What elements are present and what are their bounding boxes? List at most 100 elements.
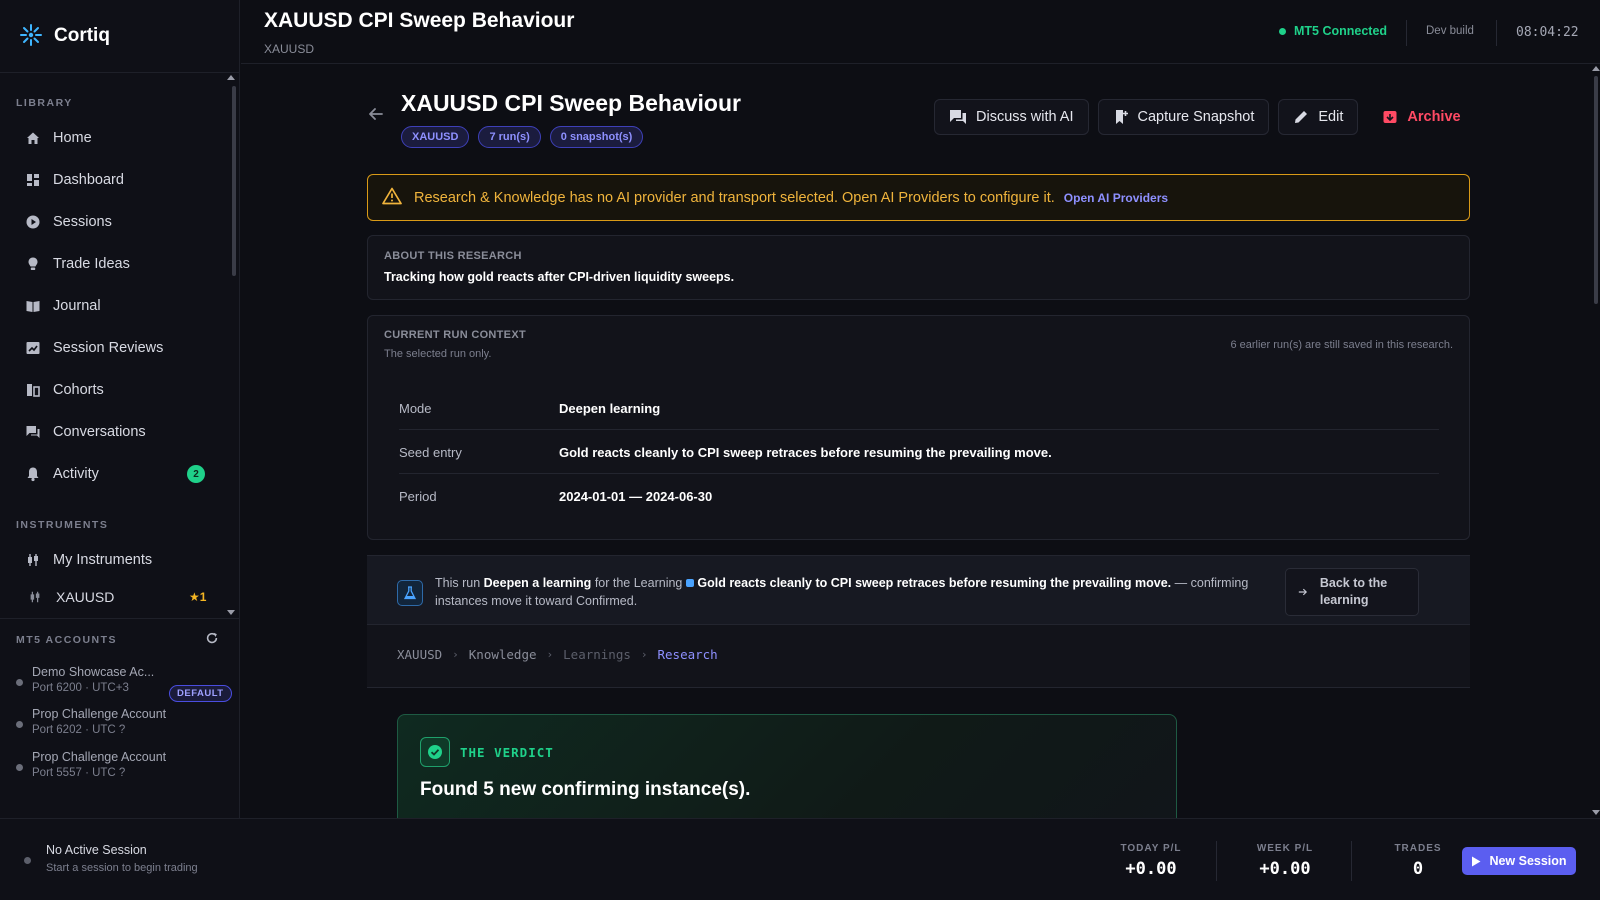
header-subtitle: XAUUSD (264, 42, 315, 56)
footer-divider (1351, 841, 1352, 881)
ai-provider-warning: Research & Knowledge has no AI provider … (367, 174, 1470, 221)
main-content: XAUUSD CPI Sweep Behaviour XAUUSD 7 run(… (241, 65, 1600, 818)
account-status-dot (16, 679, 23, 686)
account-name: Prop Challenge Account (32, 707, 167, 721)
new-session-label: New Session (1489, 854, 1567, 868)
stat-value: +0.00 (1259, 859, 1311, 879)
capture-snapshot-button[interactable]: Capture Snapshot (1097, 99, 1270, 135)
main-scrollbar[interactable] (1594, 76, 1598, 304)
tag-instrument[interactable]: XAUUSD (401, 126, 470, 148)
nav-scroll-area: LIBRARY Home Dashboard Sessions Trade Id… (0, 73, 240, 618)
sidebar-item-session-reviews[interactable]: Session Reviews (0, 327, 240, 369)
mt5-account-item[interactable]: Demo Showcase Ac... Port 6200 · UTC+3 (16, 665, 154, 694)
discuss-label: Discuss with AI (976, 109, 1074, 125)
breadcrumb-chevron-icon: › (640, 648, 648, 661)
context-value: Deepen learning (559, 401, 661, 416)
mt5-account-item[interactable]: Prop Challenge Account Port 6202 · UTC ? (16, 707, 166, 736)
stat-value: 0 (1412, 859, 1424, 879)
sidebar-item-trade-ideas[interactable]: Trade Ideas (0, 243, 240, 285)
flask-icon (397, 580, 423, 606)
trades-stat: TRADES 0 (1388, 843, 1448, 879)
session-subtitle: Start a session to begin trading (46, 862, 198, 874)
instrument-symbol: XAUUSD (56, 589, 115, 605)
account-port: Port 6200 · UTC+3 (32, 682, 129, 694)
sidebar-item-journal[interactable]: Journal (0, 285, 240, 327)
stat-label: TODAY P/L (1120, 843, 1182, 854)
library-section-label: LIBRARY (16, 97, 73, 109)
strip-middle: for the Learning (594, 576, 683, 590)
sidebar-item-dashboard[interactable]: Dashboard (0, 159, 240, 201)
header-divider (1496, 20, 1497, 46)
tag-snapshots[interactable]: 0 snapshot(s) (549, 126, 644, 148)
tag-runs[interactable]: 7 run(s) (478, 126, 541, 148)
sidebar-instrument-xauusd[interactable]: XAUUSD ★1 (0, 581, 240, 613)
sidebar-item-label: Journal (53, 298, 101, 314)
edit-button[interactable]: Edit (1278, 99, 1359, 135)
instruments-section-label: INSTRUMENTS (16, 519, 109, 531)
page-title: XAUUSD CPI Sweep Behaviour (401, 90, 741, 116)
review-icon (24, 339, 42, 357)
context-key: Period (399, 489, 437, 504)
brand[interactable]: Cortiq (0, 0, 239, 73)
sidebar-item-sessions[interactable]: Sessions (0, 201, 240, 243)
verdict-card: THE VERDICT Found 5 new confirming insta… (397, 714, 1177, 818)
main-scroll-down-icon[interactable] (1592, 810, 1600, 815)
today-pl-stat: TODAY P/L +0.00 (1116, 843, 1186, 879)
mt5-account-item[interactable]: Prop Challenge Account Port 5557 · UTC ? (16, 750, 166, 779)
dashboard-icon (24, 171, 42, 189)
earlier-runs-note: 6 earlier run(s) are still saved in this… (1230, 339, 1453, 351)
sidebar-scroll-down-icon[interactable] (227, 610, 235, 615)
about-research-card: ABOUT THIS RESEARCH Tracking how gold re… (367, 235, 1470, 300)
main-scroll-up-icon[interactable] (1592, 66, 1600, 71)
archive-icon (1383, 111, 1397, 123)
discuss-with-ai-button[interactable]: Discuss with AI (934, 99, 1089, 135)
mt5-connection-status[interactable]: MT5 Connected (1279, 24, 1387, 38)
book-icon (24, 297, 42, 315)
favorite-star-badge: ★1 (189, 590, 207, 604)
session-footer: No Active Session Start a session to beg… (0, 818, 1600, 900)
refresh-icon[interactable] (205, 631, 219, 648)
sidebar-scroll-up-icon[interactable] (227, 75, 235, 80)
context-row-mode: Mode Deepen learning (399, 386, 1439, 430)
breadcrumb-knowledge[interactable]: Knowledge (469, 647, 537, 662)
open-ai-providers-link[interactable]: Open AI Providers (1064, 191, 1168, 205)
week-pl-stat: WEEK P/L +0.00 (1250, 843, 1320, 879)
top-header: XAUUSD CPI Sweep Behaviour XAUUSD MT5 Co… (241, 0, 1600, 64)
session-title: No Active Session (46, 843, 147, 857)
header-divider (1406, 20, 1407, 46)
learning-color-swatch (686, 579, 695, 587)
connection-dot (1279, 27, 1286, 35)
new-session-button[interactable]: New Session (1462, 847, 1576, 875)
sidebar-item-my-instruments[interactable]: My Instruments (0, 539, 240, 581)
context-key: Mode (399, 401, 432, 416)
clock: 08:04:22 (1516, 25, 1579, 40)
stat-value: +0.00 (1125, 859, 1177, 879)
sidebar-scrollbar[interactable] (232, 86, 236, 276)
learning-description: This run Deepen a learning for the Learn… (435, 574, 1265, 610)
home-icon (24, 129, 42, 147)
brand-name: Cortiq (54, 25, 110, 46)
check-circle-icon (420, 737, 450, 767)
breadcrumb-learnings[interactable]: Learnings (563, 647, 631, 662)
sidebar-item-activity[interactable]: Activity 2 (0, 453, 240, 495)
sidebar-item-conversations[interactable]: Conversations (0, 411, 240, 453)
back-to-learning-button[interactable]: Back to the learning (1285, 568, 1419, 616)
archive-label: Archive (1407, 109, 1461, 125)
cortiq-logo-icon (18, 22, 44, 51)
arrow-right-icon (1298, 588, 1308, 596)
breadcrumb-bar: XAUUSD › Knowledge › Learnings › Researc… (367, 625, 1470, 688)
breadcrumb-research: Research (657, 647, 718, 662)
sidebar-item-home[interactable]: Home (0, 117, 240, 159)
sidebar-item-label: Dashboard (53, 172, 124, 188)
research-tags: XAUUSD 7 run(s) 0 snapshot(s) (401, 126, 644, 148)
stat-label: TRADES (1394, 843, 1442, 854)
back-arrow-icon[interactable] (367, 105, 385, 126)
archive-button[interactable]: Archive (1367, 99, 1475, 135)
sidebar-item-label: Conversations (53, 424, 146, 440)
account-status-dot (16, 721, 23, 728)
breadcrumb-chevron-icon: › (546, 648, 554, 661)
sidebar-item-cohorts[interactable]: Cohorts (0, 369, 240, 411)
breadcrumb-instrument[interactable]: XAUUSD (397, 647, 442, 662)
account-port: Port 6202 · UTC ? (32, 724, 126, 736)
sidebar-item-label: Trade Ideas (53, 256, 130, 272)
